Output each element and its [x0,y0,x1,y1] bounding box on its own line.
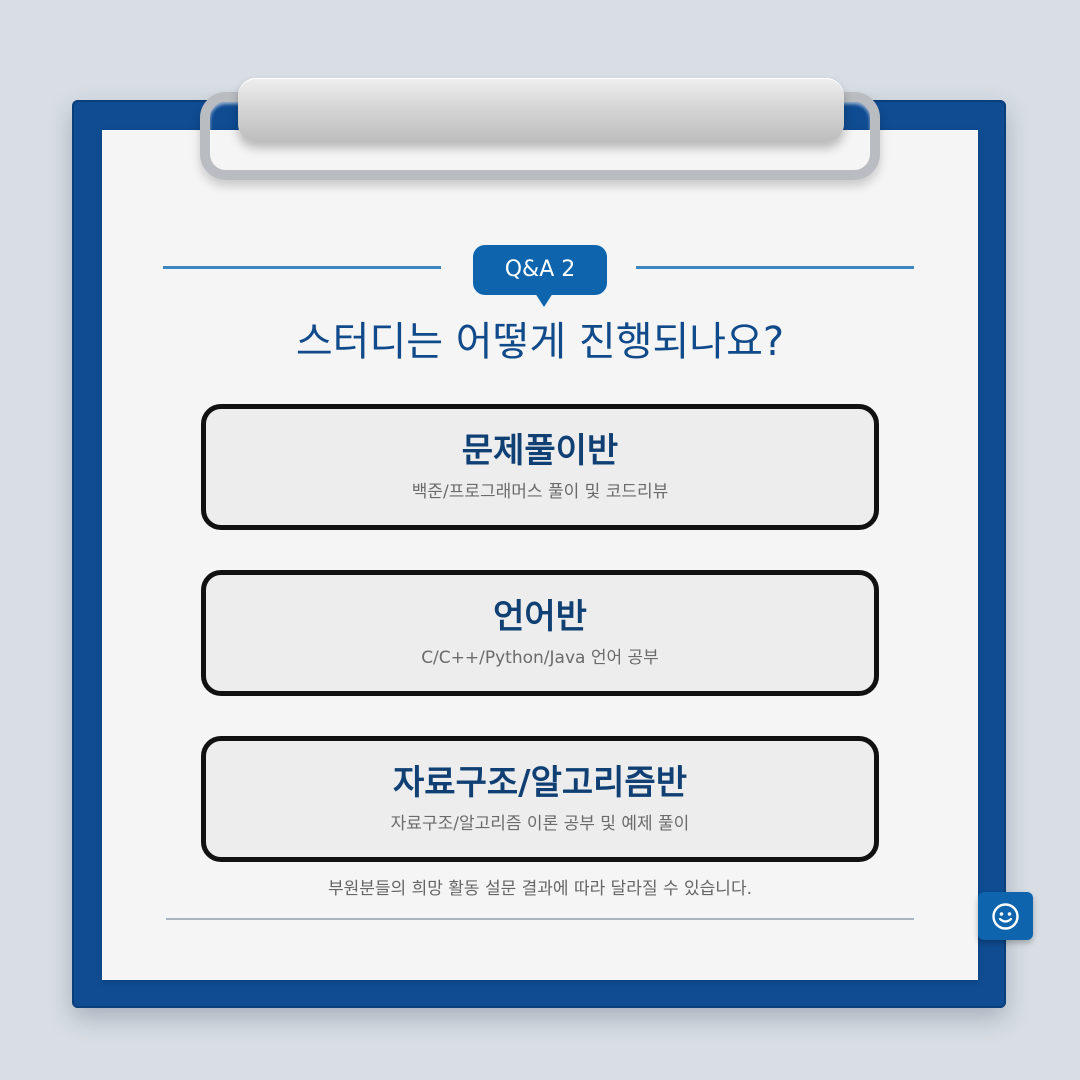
card-title: 문제풀이반 [461,431,619,471]
clip-bar [238,78,844,142]
card-title: 자료구조/알고리즘반 [393,763,687,803]
card-subtitle: 자료구조/알고리즘 이론 공부 및 예제 풀이 [390,814,690,834]
card-title: 언어반 [493,597,587,637]
qa-badge-tail [535,293,553,307]
card-data-structures: 자료구조/알고리즘반 자료구조/알고리즘 이론 공부 및 예제 풀이 [201,736,879,862]
qa-badge: Q&A 2 [473,245,607,295]
card-language: 언어반 C/C++/Python/Java 언어 공부 [201,570,879,696]
footer-rule [166,918,914,920]
card-subtitle: 백준/프로그래머스 풀이 및 코드리뷰 [411,482,669,502]
smiley-button[interactable] [978,892,1033,940]
question-heading: 스터디는 어떻게 진행되나요? [295,319,785,365]
card-subtitle: C/C++/Python/Java 언어 공부 [421,648,659,668]
header-rule-right [636,266,914,269]
header-rule-left [163,266,441,269]
smiley-icon [992,903,1019,930]
footnote: 부원분들의 희망 활동 설문 결과에 따라 달라질 수 있습니다. [328,879,752,899]
card-problem-solving: 문제풀이반 백준/프로그래머스 풀이 및 코드리뷰 [201,404,879,530]
